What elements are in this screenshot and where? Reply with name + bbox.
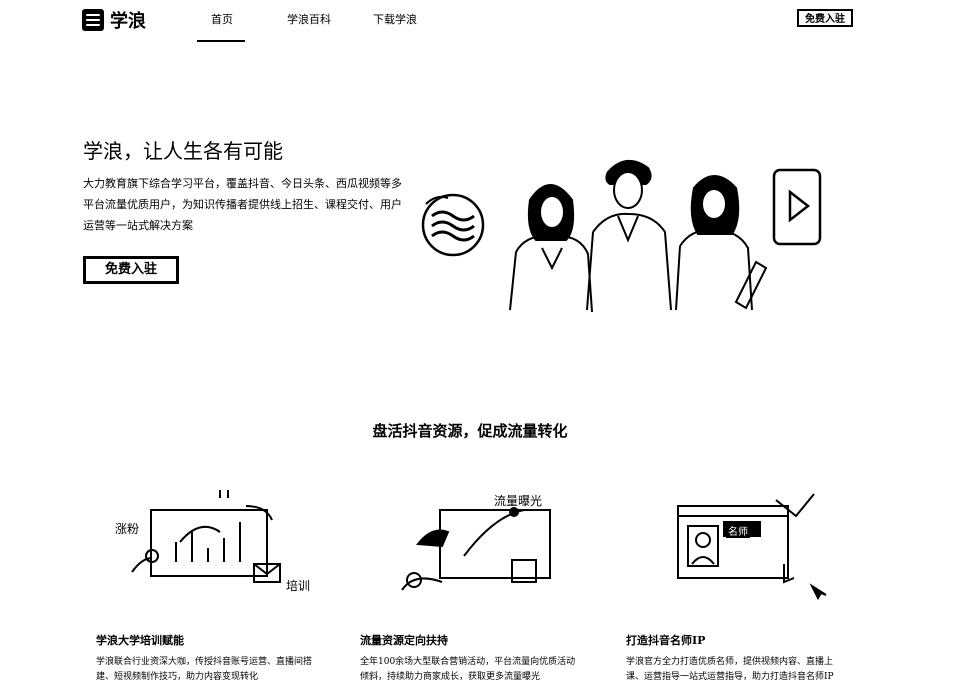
feature-label-exposure: 流量曝光 [494, 494, 543, 508]
person-woman-left [509, 184, 593, 312]
nav-download[interactable]: 下载学浪 [373, 11, 417, 27]
nav-home[interactable]: 首页 [211, 11, 233, 27]
feature-desc-training: 学浪联合行业资深大咖，传授抖音账号运营、直播间搭建、短视频制作技巧，助力内容变现… [96, 657, 313, 682]
nav-active-indicator [197, 40, 245, 42]
feature-traffic-illustration [401, 507, 551, 591]
feature-desc-ip: 学浪官方全力打造优质名师，提供视频内容、直播上课、运营指导一站式运营指导，助力打… [626, 657, 834, 682]
hero-join-button[interactable]: 免费入驻 [83, 256, 179, 284]
wave-badge-icon [421, 193, 485, 257]
header-join-button[interactable]: 免费入驻 [797, 9, 853, 27]
feature-desc-traffic: 全年100余场大型联合营销活动，平台流量向优质活动倾斜，持续助力商家成长，获取更… [360, 657, 576, 682]
feature-title-training: 学浪大学培训赋能 [96, 634, 184, 647]
logo[interactable]: 学浪 [82, 7, 146, 33]
feature-label-teacher: 名师 [726, 523, 750, 538]
feature-label-training: 培训 [286, 579, 311, 593]
feature-title-traffic: 流量资源定向扶持 [360, 634, 448, 647]
hero-illustration [421, 160, 822, 312]
feature-label-fans: 涨粉 [115, 522, 140, 536]
logo-icon [82, 9, 104, 31]
logo-text: 学浪 [110, 11, 146, 32]
phone-play-icon [772, 168, 822, 246]
hero-title: 学浪，让人生各有可能 [83, 139, 283, 163]
section-title: 盘活抖音资源，促成流量转化 [372, 422, 568, 440]
person-man-center [586, 160, 672, 311]
person-woman-right [675, 175, 768, 311]
feature-title-ip: 打造抖音名师IP [626, 634, 706, 647]
hero-description: 大力教育旗下综合学习平台，覆盖抖音、今日头条、西瓜视频等多平台流量优质用户，为知… [83, 177, 402, 232]
nav-encyclopedia[interactable]: 学浪百科 [287, 11, 331, 27]
feature-ip-illustration [677, 493, 827, 601]
